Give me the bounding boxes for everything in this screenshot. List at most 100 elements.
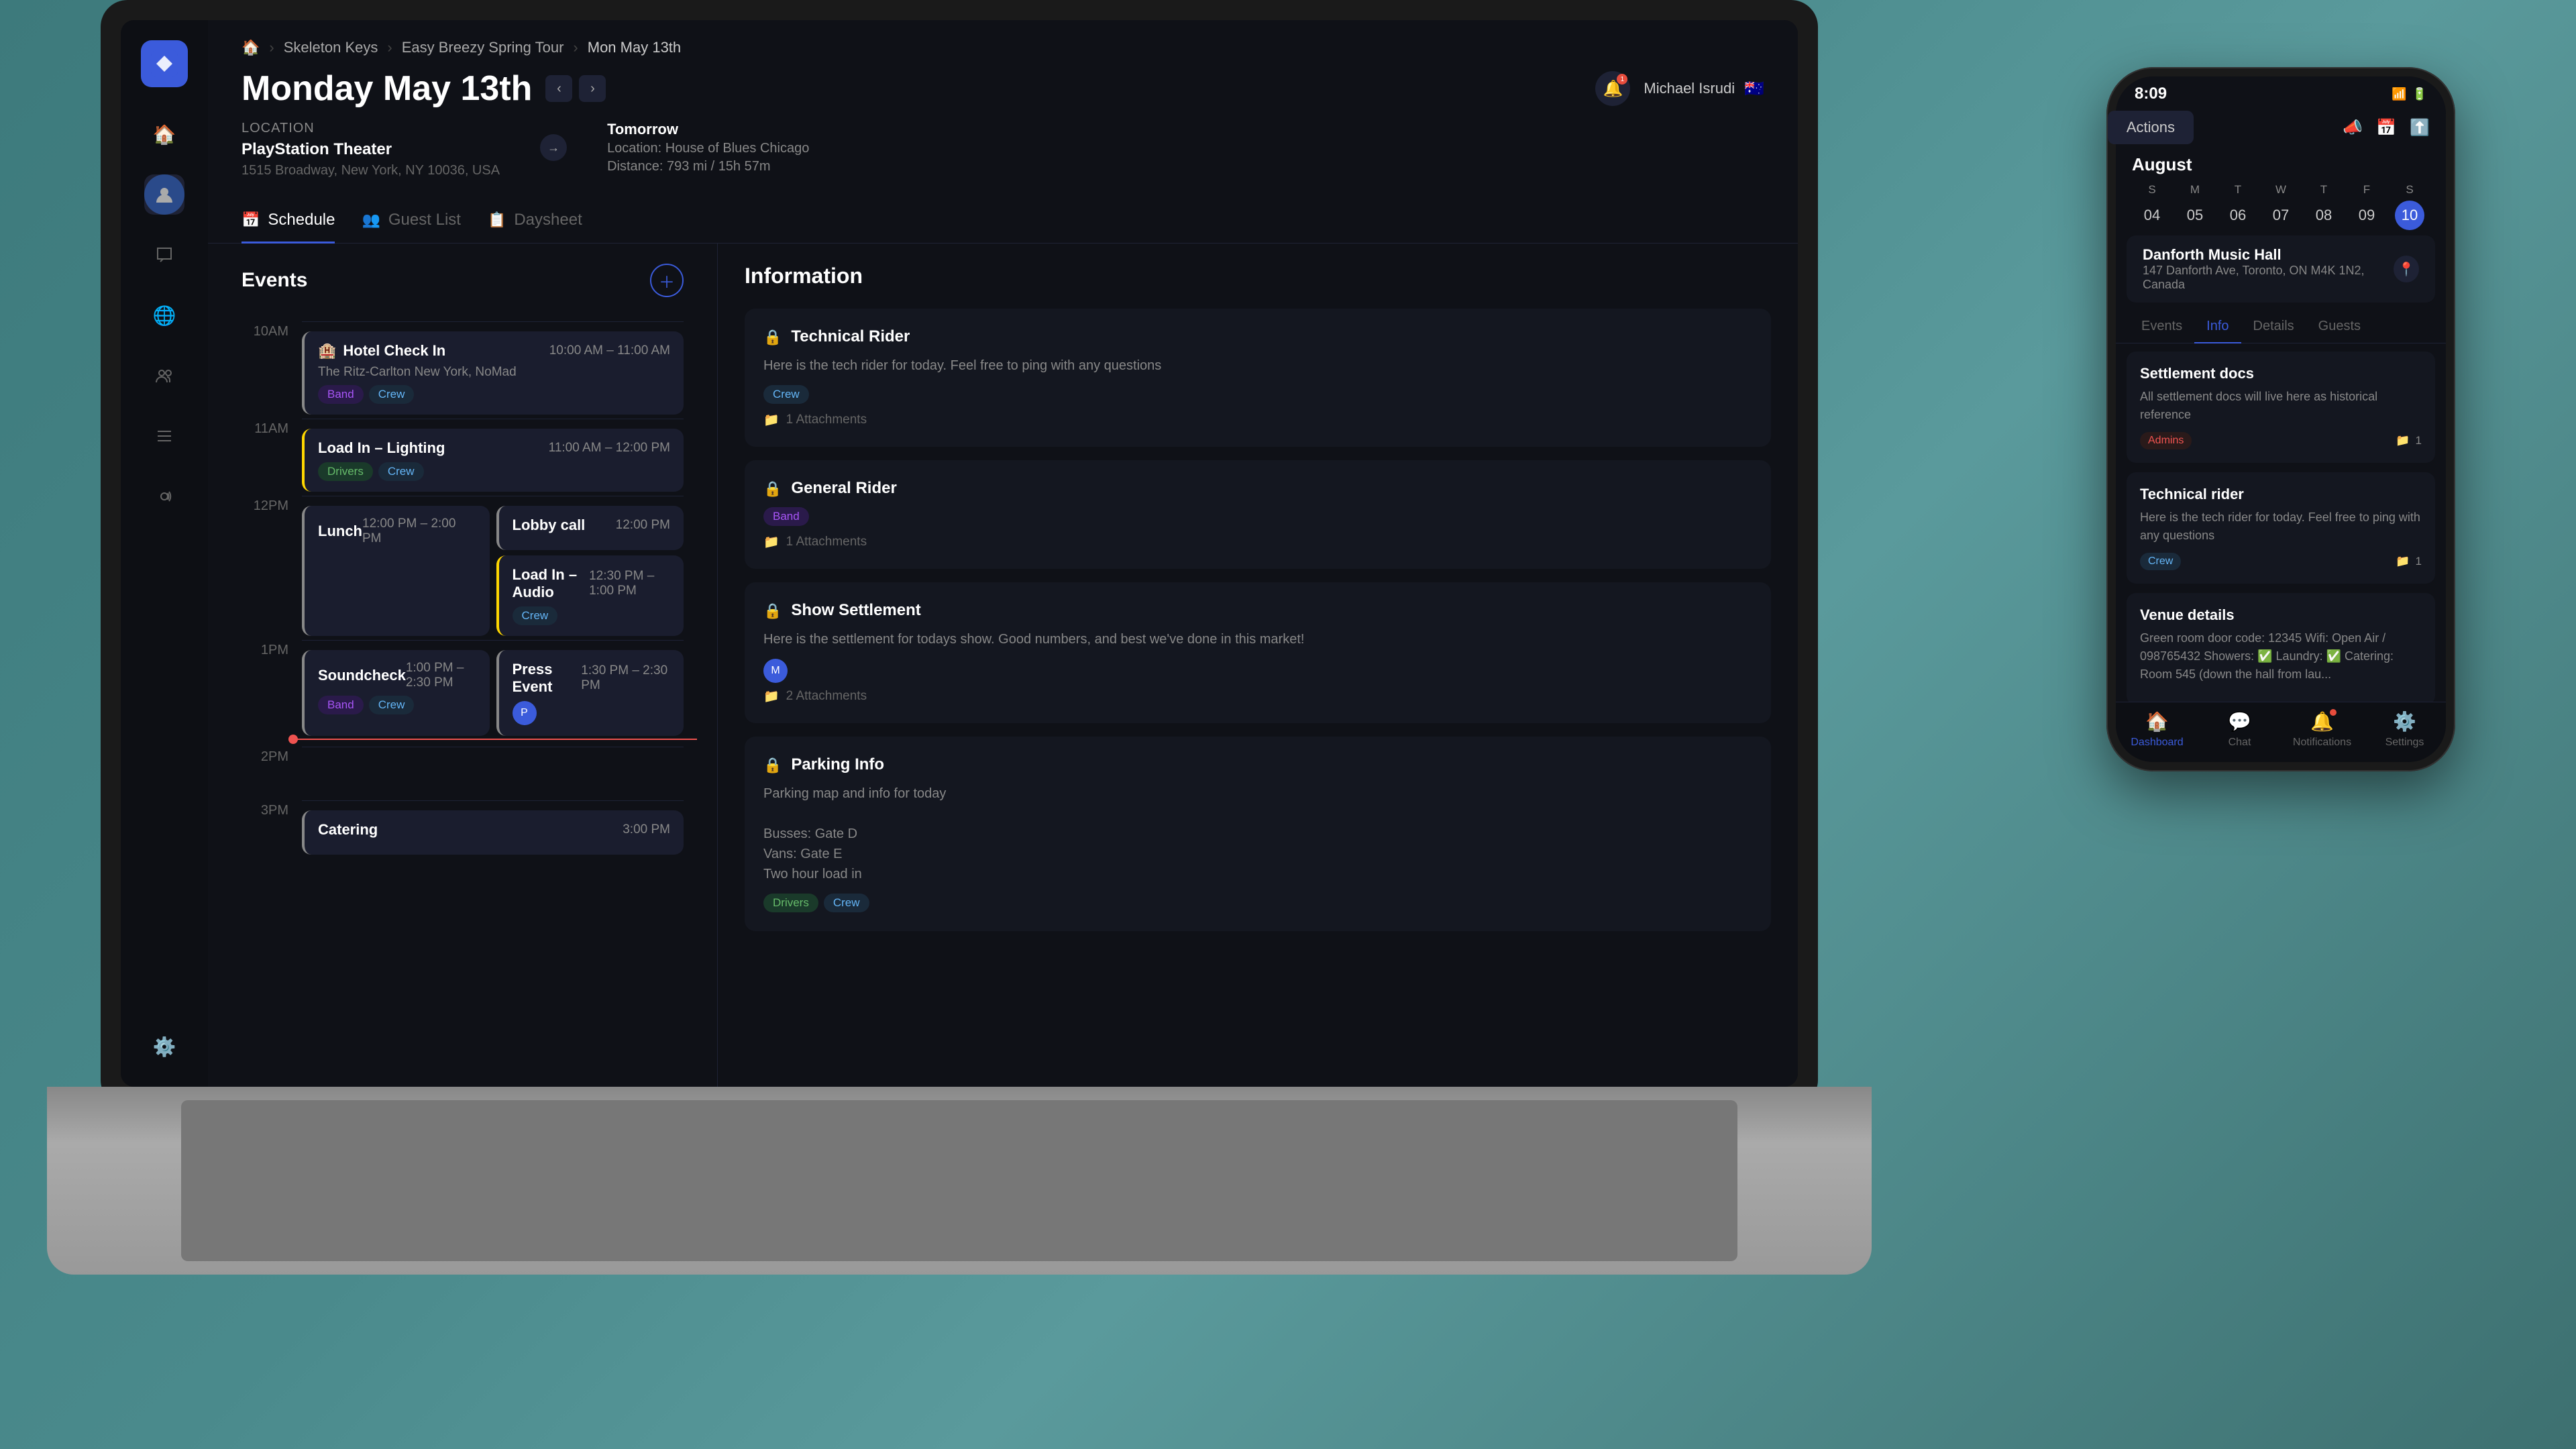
phone-card-venue[interactable]: Venue details Green room door code: 1234… [2127, 593, 2435, 702]
folder-icon-phone: 📁 [2396, 434, 2410, 447]
laptop-keyboard-base [47, 1087, 1872, 1275]
phone-bezel: 8:09 📶 🔋 ‹ 📣 📅 ⬆️ August [2106, 67, 2455, 771]
sidebar-item-users[interactable] [144, 356, 184, 396]
folder-icon-general: 📁 [763, 534, 780, 550]
notification-button[interactable]: 🔔 1 [1595, 71, 1630, 106]
phone-announce-icon[interactable]: 📣 [2343, 118, 2363, 138]
info-item-settlement[interactable]: 🔒 Show Settlement Here is the settlement… [745, 582, 1771, 723]
time-events-11am: Load In – Lighting 11:00 AM – 12:00 PM D… [302, 415, 684, 492]
phone-card-tech[interactable]: Technical rider Here is the tech rider f… [2127, 472, 2435, 584]
phone-time: 8:09 [2135, 85, 2167, 103]
cal-day-thu[interactable]: T 08 [2304, 183, 2344, 230]
phone-tab-guests[interactable]: Guests [2306, 311, 2373, 343]
event-press[interactable]: Press Event 1:30 PM – 2:30 PM P [496, 650, 684, 736]
cal-day-fri[interactable]: F 09 [2347, 183, 2387, 230]
prev-day-button[interactable]: ‹ [545, 75, 572, 102]
event-header-soundcheck: Soundcheck 1:00 PM – 2:30 PM [318, 661, 476, 690]
tag-drivers: Drivers [318, 462, 373, 481]
general-attachments: 📁 1 Attachments [763, 534, 1752, 550]
phone-card-settlement[interactable]: Settlement docs All settlement docs will… [2127, 352, 2435, 463]
press-avatar: P [513, 701, 671, 725]
event-time: 10:00 AM – 11:00 AM [549, 343, 670, 358]
app-logo[interactable] [141, 40, 188, 87]
tag-crew-audio: Crew [513, 606, 558, 625]
sidebar-item-avatar[interactable] [144, 174, 184, 215]
event-tags-lighting: Drivers Crew [318, 462, 670, 481]
parking-title: Parking Info [791, 755, 884, 774]
event-lobby-call[interactable]: Lobby call 12:00 PM [496, 506, 684, 550]
venue-location-icon[interactable]: 📍 [2394, 256, 2419, 282]
cal-day-name-thu: T [2320, 183, 2327, 197]
user-avatar [144, 174, 184, 215]
lock-icon-general: 🔒 [763, 480, 782, 498]
sidebar-item-chat[interactable] [144, 235, 184, 275]
avatar-press: P [513, 701, 537, 725]
info-item-tech-rider[interactable]: 🔒 Technical Rider Here is the tech rider… [745, 309, 1771, 447]
add-event-button[interactable]: ＋ [650, 264, 684, 297]
phone-tab-info[interactable]: Info [2194, 311, 2241, 343]
event-header-lunch: Lunch 12:00 PM – 2:00 PM [318, 517, 476, 546]
time-row-2pm: 2PM [241, 743, 684, 796]
phone-nav-settings[interactable]: ⚙️ Settings [2363, 710, 2446, 749]
cal-day-wed[interactable]: W 07 [2261, 183, 2301, 230]
tag-crew-2: Crew [378, 462, 424, 481]
user-flag: 🇦🇺 [1744, 79, 1764, 99]
event-lunch[interactable]: Lunch 12:00 PM – 2:00 PM [302, 506, 490, 636]
sidebar-item-mention[interactable] [144, 476, 184, 517]
phone-screen: 8:09 📶 🔋 ‹ 📣 📅 ⬆️ August [2116, 76, 2446, 762]
sidebar-item-globe[interactable]: 🌐 [144, 295, 184, 335]
time-row-10am: 10AM 🏨 Hotel Check In [241, 317, 684, 415]
event-load-audio[interactable]: Load In – Audio 12:30 PM – 1:00 PM Crew [496, 555, 684, 636]
next-day-button[interactable]: › [579, 75, 606, 102]
event-soundcheck[interactable]: Soundcheck 1:00 PM – 2:30 PM Band Crew [302, 650, 490, 736]
event-catering[interactable]: Catering 3:00 PM [302, 810, 684, 855]
sidebar-item-list[interactable] [144, 416, 184, 456]
phone-share-icon[interactable]: ⬆️ [2410, 118, 2430, 138]
sidebar-settings[interactable]: ⚙️ [144, 1026, 184, 1067]
location-arrow-button[interactable]: → [540, 134, 567, 161]
phone-tab-events[interactable]: Events [2129, 311, 2194, 343]
phone-nav-chat[interactable]: 💬 Chat [2198, 710, 2281, 749]
folder-icon-phone-tech: 📁 [2396, 555, 2410, 568]
sidebar-item-home[interactable]: 🏠 [144, 114, 184, 154]
time-events-2pm [302, 743, 684, 796]
phone-calendar-icon[interactable]: 📅 [2376, 118, 2396, 138]
parking-desc: Parking map and info for todayBusses: Ga… [763, 784, 1752, 884]
time-events-12pm: Lunch 12:00 PM – 2:00 PM Lobby call [302, 492, 684, 636]
tab-daysheet[interactable]: 📋 Daysheet [488, 199, 582, 244]
cal-day-mon[interactable]: M 05 [2175, 183, 2215, 230]
phone-tab-details[interactable]: Details [2241, 311, 2306, 343]
tag-crew-parking: Crew [824, 894, 869, 912]
cal-day-sat[interactable]: S 10 [2390, 183, 2430, 230]
event-time-lobby: 12:00 PM [616, 518, 670, 533]
calendar-month-label: August [2132, 154, 2430, 175]
laptop-keyboard [181, 1100, 1737, 1261]
multi-events-1pm: Soundcheck 1:00 PM – 2:30 PM Band Crew [302, 650, 684, 736]
time-events-10am: 🏨 Hotel Check In 10:00 AM – 11:00 AM The… [302, 317, 684, 415]
breadcrumb-tour[interactable]: Easy Breezy Spring Tour [402, 39, 564, 56]
phone-nav-notifications[interactable]: 🔔 Notifications [2281, 710, 2363, 749]
breadcrumb-home-icon[interactable]: 🏠 [241, 39, 260, 56]
header-right: 🔔 1 Michael Isrudi 🇦🇺 [1595, 71, 1764, 106]
phone-settlement-meta: Admins 📁 1 [2140, 432, 2422, 449]
breadcrumb-skeleton-keys[interactable]: Skeleton Keys [284, 39, 378, 56]
tag-band-general: Band [763, 507, 809, 526]
info-item-header-tech: 🔒 Technical Rider [763, 327, 1752, 346]
header-title-row: Monday May 13th ‹ › 🔔 1 [241, 68, 1764, 109]
event-time-catering: 3:00 PM [623, 822, 670, 837]
cal-day-tue[interactable]: T 06 [2218, 183, 2258, 230]
tab-schedule[interactable]: 📅 Schedule [241, 199, 335, 244]
actions-button[interactable]: Actions [2108, 111, 2194, 144]
phone-nav-dashboard[interactable]: 🏠 Dashboard [2116, 710, 2198, 749]
event-hotel-checkin[interactable]: 🏨 Hotel Check In 10:00 AM – 11:00 AM The… [302, 331, 684, 415]
event-tags-soundcheck: Band Crew [318, 696, 476, 714]
event-tags-audio: Crew [513, 606, 671, 625]
info-item-general-rider[interactable]: 🔒 General Rider Band 📁 1 Attachments [745, 460, 1771, 569]
event-load-lighting[interactable]: Load In – Lighting 11:00 AM – 12:00 PM D… [302, 429, 684, 492]
phone-venue-card[interactable]: Danforth Music Hall 147 Danforth Ave, To… [2127, 235, 2435, 303]
time-row-11am: 11AM Load In – Lighting 11:00 AM – 12:00… [241, 415, 684, 492]
info-item-parking[interactable]: 🔒 Parking Info Parking map and info for … [745, 737, 1771, 931]
cal-day-sun[interactable]: S 04 [2132, 183, 2172, 230]
phone-status-bar: 8:09 📶 🔋 [2116, 76, 2446, 109]
tab-guestlist[interactable]: 👥 Guest List [362, 199, 460, 244]
